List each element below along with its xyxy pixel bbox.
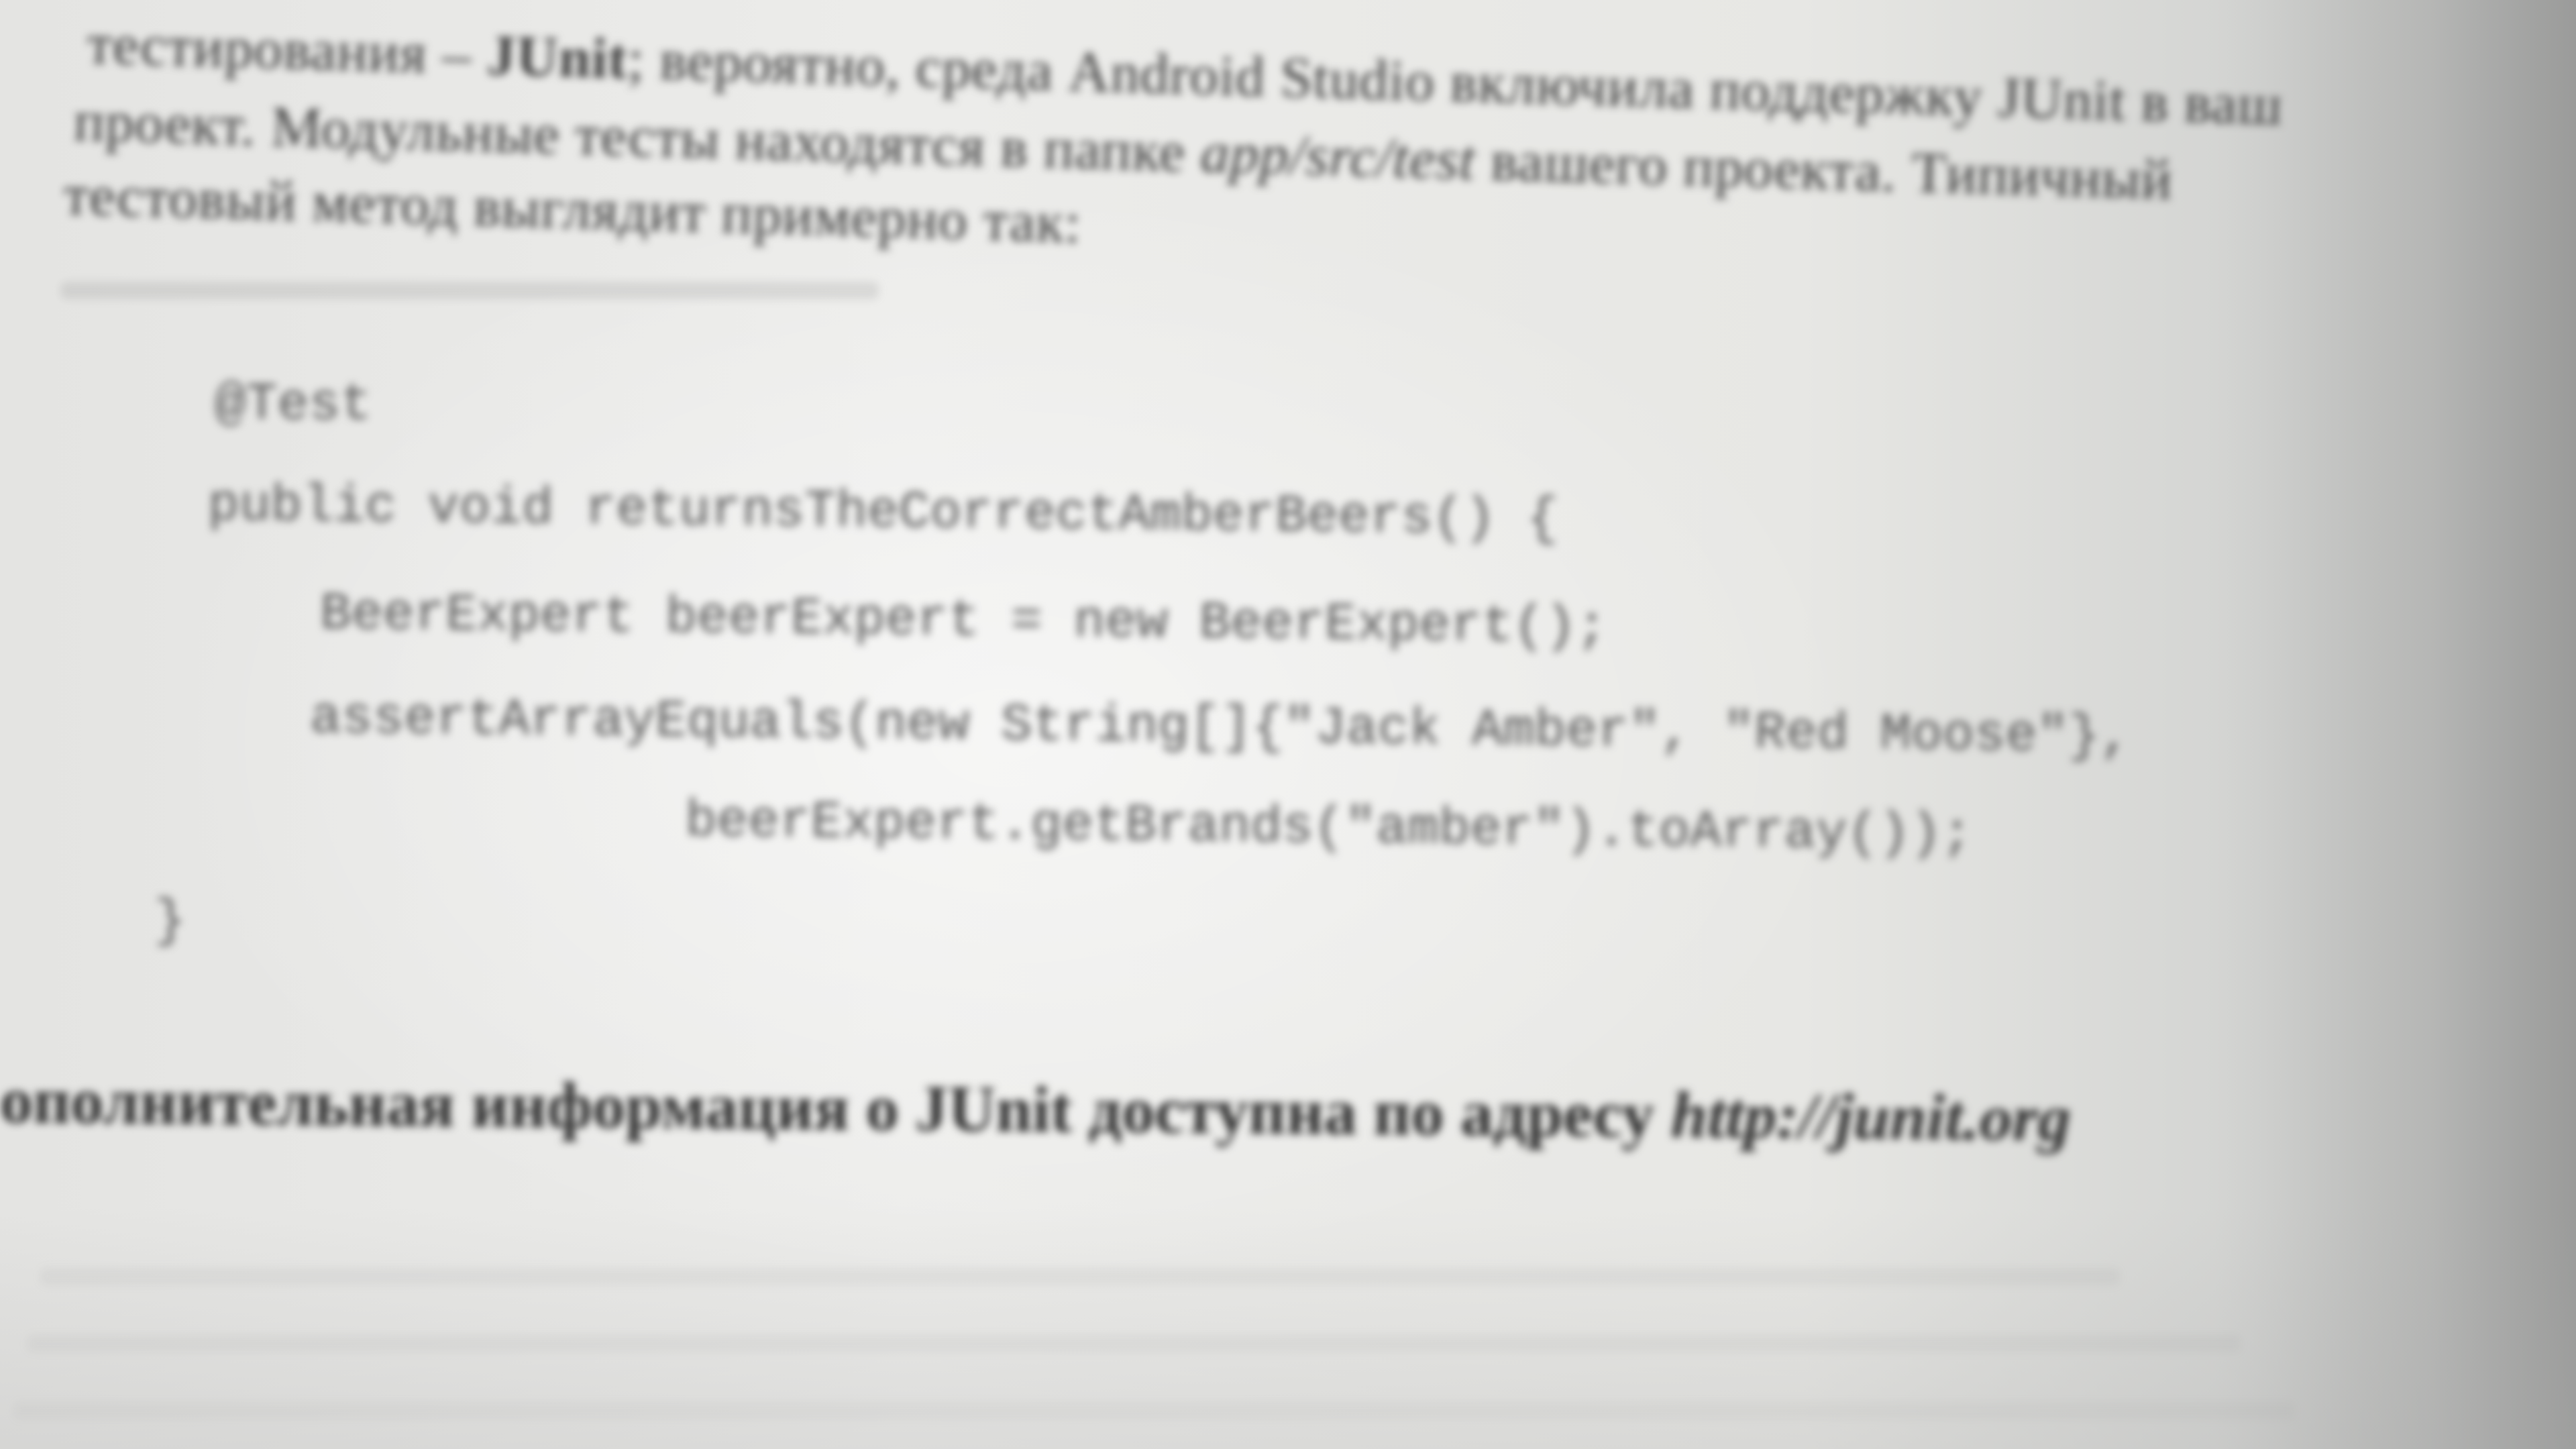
code-line-1: @Test xyxy=(215,376,372,435)
bleed-through-line-1 xyxy=(40,1268,2120,1285)
junit-term: JUnit xyxy=(486,22,629,91)
code-line-3: BeerExpert beerExpert = new BeerExpert()… xyxy=(194,584,1608,658)
book-page: тестирования – JUnit; вероятно, среда An… xyxy=(0,0,2576,1449)
paragraph-line-1-start: тестирования – xyxy=(86,11,473,87)
book-page-photo: тестирования – JUnit; вероятно, среда An… xyxy=(0,0,2576,1449)
code-line-4: assertArrayEquals(new String[]{"Jack Amb… xyxy=(184,688,2132,767)
test-folder-path: app/src/test xyxy=(1199,119,1477,193)
junit-info-line: ополнительная информация о JUnit доступн… xyxy=(0,1063,2071,1157)
code-line-5: beerExpert.getBrands("amber").toArray())… xyxy=(308,788,1974,865)
faint-heading-through-page xyxy=(60,282,879,299)
code-line-6: } xyxy=(154,892,186,951)
paragraph-line-2-end: вашего проекта. Типичный xyxy=(1474,127,2174,212)
junit-url: http://junit.org xyxy=(1670,1079,2072,1155)
bleed-through-line-3 xyxy=(13,1402,2294,1419)
code-line-2: public void returnsTheCorrectAmberBeers(… xyxy=(207,476,1559,550)
junit-info-text: ополнительная информация о JUnit доступн… xyxy=(0,1065,1672,1152)
bleed-through-line-2 xyxy=(27,1335,2241,1352)
